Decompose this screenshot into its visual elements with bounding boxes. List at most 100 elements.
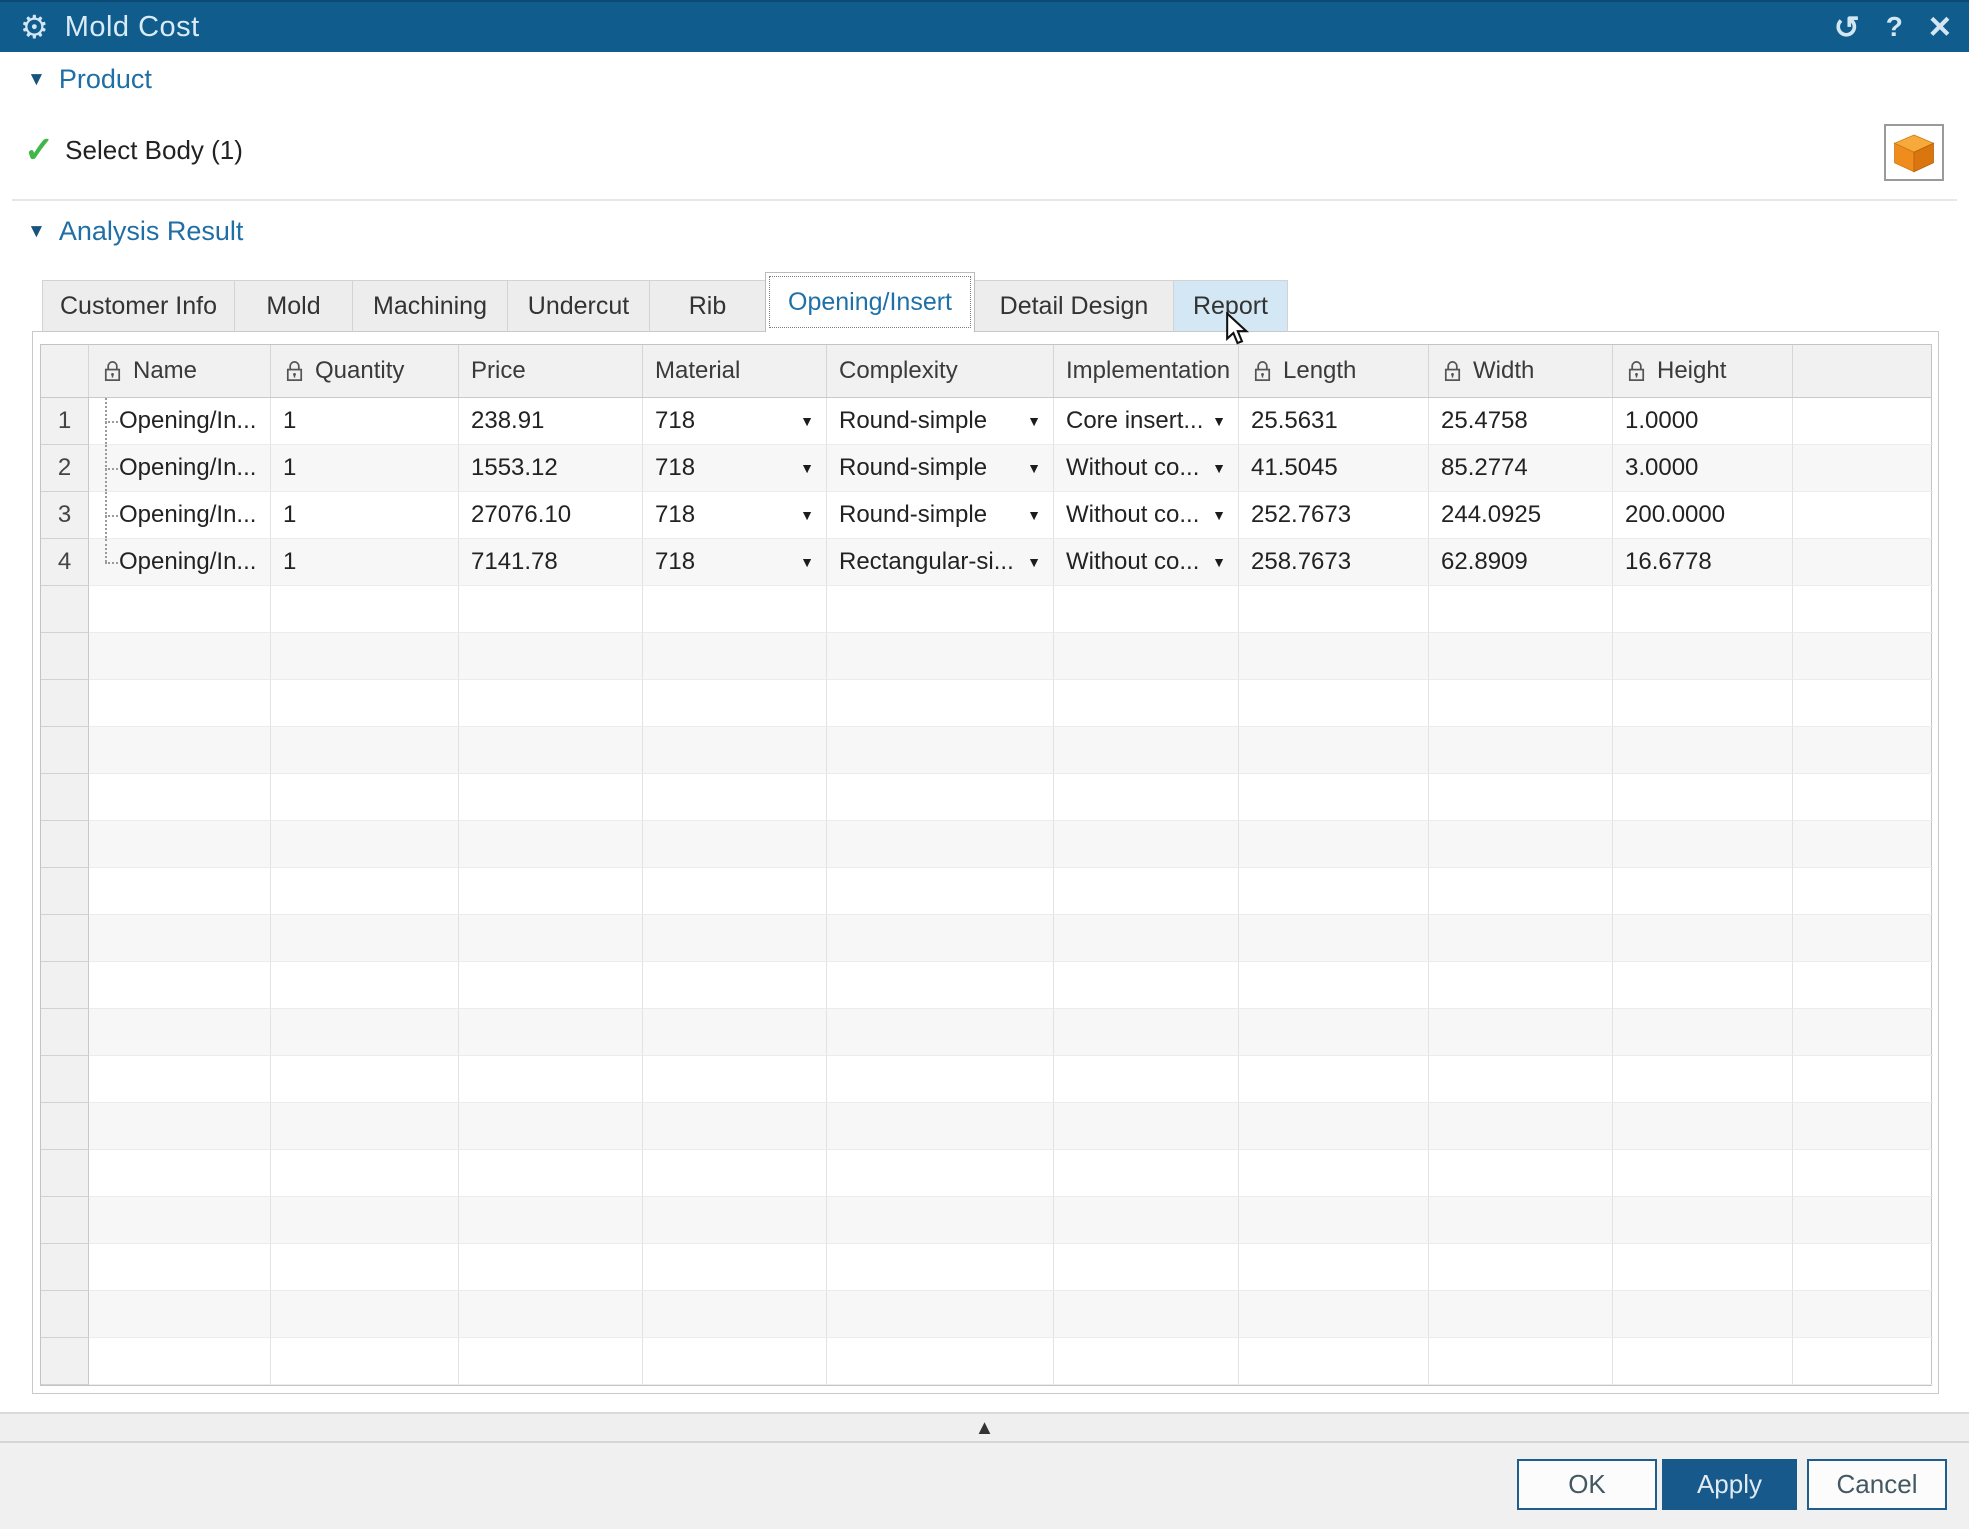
cell-num xyxy=(41,727,89,774)
dropdown-arrow-icon[interactable]: ▼ xyxy=(800,554,814,570)
cell-quantity[interactable]: 1 xyxy=(271,445,459,492)
cell-complexity xyxy=(827,962,1054,1009)
cell-length[interactable]: 41.5045 xyxy=(1239,445,1429,492)
cell-num[interactable]: 2 xyxy=(41,445,89,492)
cell-price[interactable]: 1553.12 xyxy=(459,445,643,492)
help-icon[interactable]: ? xyxy=(1886,13,1903,41)
tab-mold[interactable]: Mold xyxy=(234,280,353,332)
cell-spacer[interactable] xyxy=(1793,492,1933,539)
analysis-section-header[interactable]: ▼ Analysis Result xyxy=(27,216,243,247)
cell-length[interactable]: 25.5631 xyxy=(1239,398,1429,445)
close-icon[interactable]: × xyxy=(1929,8,1951,46)
dropdown-arrow-icon[interactable]: ▼ xyxy=(1212,460,1226,476)
cell-num[interactable]: 1 xyxy=(41,398,89,445)
cell-implementation[interactable]: Core insert...▼ xyxy=(1054,398,1239,445)
cell-spacer[interactable] xyxy=(1793,539,1933,586)
tab-machining[interactable]: Machining xyxy=(352,280,508,332)
product-section-label: Product xyxy=(59,64,152,95)
cell-text: Opening/In... xyxy=(119,454,256,482)
cell-implementation[interactable]: Without co...▼ xyxy=(1054,492,1239,539)
cell-price[interactable]: 7141.78 xyxy=(459,539,643,586)
dropdown-arrow-icon[interactable]: ▼ xyxy=(800,460,814,476)
cell-complexity[interactable]: Round-simple▼ xyxy=(827,398,1054,445)
cell-complexity[interactable]: Round-simple▼ xyxy=(827,492,1054,539)
dropdown-arrow-icon[interactable]: ▼ xyxy=(1212,507,1226,523)
cell-price[interactable]: 238.91 xyxy=(459,398,643,445)
cell-width[interactable]: 85.2774 xyxy=(1429,445,1613,492)
cell-implementation xyxy=(1054,915,1239,962)
cell-name[interactable]: Opening/In... xyxy=(89,398,271,445)
dropdown-arrow-icon[interactable]: ▼ xyxy=(1027,460,1041,476)
cell-implementation[interactable]: Without co...▼ xyxy=(1054,539,1239,586)
dropdown-arrow-icon[interactable]: ▼ xyxy=(800,413,814,429)
cell-height[interactable]: 16.6778 xyxy=(1613,539,1793,586)
dropdown-arrow-icon[interactable]: ▼ xyxy=(1212,413,1226,429)
cell-quantity xyxy=(271,821,459,868)
cell-width[interactable]: 62.8909 xyxy=(1429,539,1613,586)
cell-spacer[interactable] xyxy=(1793,445,1933,492)
cell-width[interactable]: 244.0925 xyxy=(1429,492,1613,539)
tab-rib[interactable]: Rib xyxy=(649,280,766,332)
cell-spacer xyxy=(1793,1197,1933,1244)
cell-height[interactable]: 1.0000 xyxy=(1613,398,1793,445)
dropdown-arrow-icon[interactable]: ▼ xyxy=(1027,413,1041,429)
cell-spacer xyxy=(1793,633,1933,680)
cell-quantity[interactable]: 1 xyxy=(271,539,459,586)
tab-undercut[interactable]: Undercut xyxy=(507,280,650,332)
column-header-height[interactable]: Height xyxy=(1613,345,1793,397)
cell-height xyxy=(1613,1291,1793,1338)
cell-material[interactable]: 718▼ xyxy=(643,398,827,445)
cell-implementation xyxy=(1054,1291,1239,1338)
cell-material[interactable]: 718▼ xyxy=(643,445,827,492)
cell-name[interactable]: Opening/In... xyxy=(89,492,271,539)
column-header-implementation[interactable]: Implementation xyxy=(1054,345,1239,397)
tab-opening-insert[interactable]: Opening/Insert xyxy=(765,272,975,332)
cell-width[interactable]: 25.4758 xyxy=(1429,398,1613,445)
cell-num[interactable]: 3 xyxy=(41,492,89,539)
ok-button[interactable]: OK xyxy=(1517,1459,1657,1510)
cell-height xyxy=(1613,1103,1793,1150)
column-header-width[interactable]: Width xyxy=(1429,345,1613,397)
select-body-row[interactable]: ✓ Select Body (1) xyxy=(24,132,243,168)
cell-spacer[interactable] xyxy=(1793,398,1933,445)
dropdown-arrow-icon[interactable]: ▼ xyxy=(1027,554,1041,570)
cell-height xyxy=(1613,1244,1793,1291)
collapse-handle[interactable]: ▲ xyxy=(0,1412,1969,1443)
cell-length[interactable]: 252.7673 xyxy=(1239,492,1429,539)
cell-num[interactable]: 4 xyxy=(41,539,89,586)
reset-icon[interactable]: ↺ xyxy=(1834,12,1860,43)
cell-num xyxy=(41,774,89,821)
cell-implementation xyxy=(1054,1197,1239,1244)
column-header-price[interactable]: Price xyxy=(459,345,643,397)
chevron-down-icon: ▼ xyxy=(27,222,46,241)
column-header-quantity[interactable]: Quantity xyxy=(271,345,459,397)
cell-name[interactable]: Opening/In... xyxy=(89,445,271,492)
cell-material[interactable]: 718▼ xyxy=(643,492,827,539)
cell-complexity[interactable]: Rectangular-si...▼ xyxy=(827,539,1054,586)
select-body-button[interactable] xyxy=(1884,124,1944,181)
product-section-header[interactable]: ▼ Product xyxy=(27,64,152,95)
cell-length[interactable]: 258.7673 xyxy=(1239,539,1429,586)
dropdown-arrow-icon[interactable]: ▼ xyxy=(800,507,814,523)
column-header-name[interactable]: Name xyxy=(89,345,271,397)
cell-material[interactable]: 718▼ xyxy=(643,539,827,586)
cell-height[interactable]: 200.0000 xyxy=(1613,492,1793,539)
tab-detail-design[interactable]: Detail Design xyxy=(974,280,1174,332)
cell-height[interactable]: 3.0000 xyxy=(1613,445,1793,492)
cell-quantity[interactable]: 1 xyxy=(271,398,459,445)
column-header-material[interactable]: Material xyxy=(643,345,827,397)
lock-icon xyxy=(1441,360,1464,383)
column-header-complexity[interactable]: Complexity xyxy=(827,345,1054,397)
cell-name[interactable]: Opening/In... xyxy=(89,539,271,586)
dropdown-arrow-icon[interactable]: ▼ xyxy=(1212,554,1226,570)
tab-customer-info[interactable]: Customer Info xyxy=(42,280,235,332)
dropdown-arrow-icon[interactable]: ▼ xyxy=(1027,507,1041,523)
cell-price[interactable]: 27076.10 xyxy=(459,492,643,539)
column-header-length[interactable]: Length xyxy=(1239,345,1429,397)
cell-quantity[interactable]: 1 xyxy=(271,492,459,539)
cell-implementation[interactable]: Without co...▼ xyxy=(1054,445,1239,492)
cancel-button[interactable]: Cancel xyxy=(1807,1459,1947,1510)
analysis-section-label: Analysis Result xyxy=(59,216,244,247)
cell-complexity[interactable]: Round-simple▼ xyxy=(827,445,1054,492)
apply-button[interactable]: Apply xyxy=(1662,1459,1797,1510)
